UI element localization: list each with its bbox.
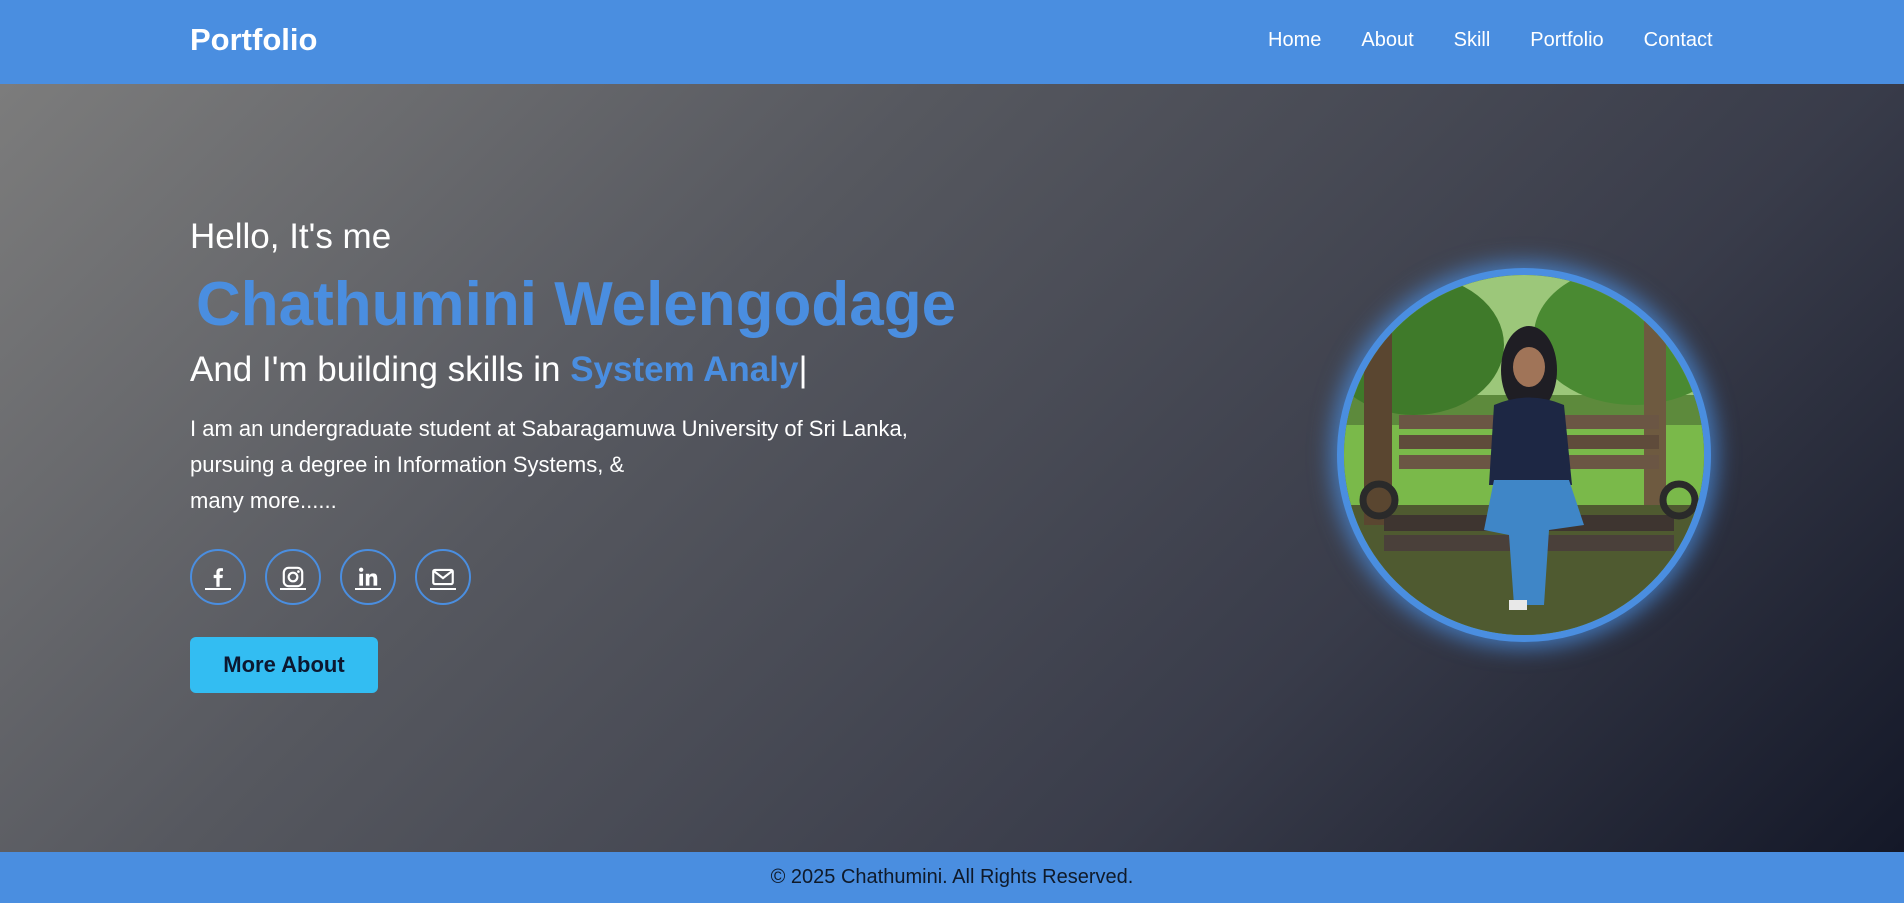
typing-cursor: |: [798, 350, 808, 389]
skills-line: And I'm building skills in System Analy|: [190, 350, 808, 390]
instagram-icon: [282, 566, 304, 588]
nav-link-skill[interactable]: Skill: [1454, 29, 1491, 52]
underline: [355, 588, 381, 590]
footer: © 2025 Chathumini. All Rights Reserved.: [0, 852, 1904, 903]
email-link[interactable]: [415, 549, 471, 605]
greeting: Hello, It's me: [190, 217, 392, 256]
logo[interactable]: Portfolio: [190, 22, 317, 58]
skills-typed-text: System Analy: [570, 350, 799, 389]
hero-description: I am an undergraduate student at Sabarag…: [190, 411, 950, 519]
more-about-button[interactable]: More About: [190, 637, 378, 693]
nav-link-home[interactable]: Home: [1268, 29, 1321, 52]
nav-link-contact[interactable]: Contact: [1644, 29, 1713, 52]
nav-links: Home About Skill Portfolio Contact: [1268, 29, 1753, 52]
profile-photo-image: [1344, 275, 1704, 635]
facebook-link[interactable]: [190, 549, 246, 605]
description-line: pursuing a degree in Information Systems…: [190, 452, 625, 477]
facebook-icon: [213, 568, 223, 587]
description-line: many more......: [190, 488, 337, 513]
skills-prefix: And I'm building skills in: [190, 350, 561, 389]
hero-name: Chathumini Welengodage: [196, 270, 957, 339]
instagram-link[interactable]: [265, 549, 321, 605]
linkedin-icon: [359, 567, 378, 586]
social-links: [190, 549, 490, 605]
email-icon: [432, 568, 454, 586]
underline: [205, 588, 231, 590]
nav-link-portfolio[interactable]: Portfolio: [1530, 29, 1603, 52]
navbar: Portfolio Home About Skill Portfolio Con…: [0, 0, 1904, 84]
nav-link-about[interactable]: About: [1361, 29, 1413, 52]
profile-photo: [1337, 268, 1711, 642]
hero-section: Hello, It's me Chathumini Welengodage An…: [0, 84, 1904, 852]
copyright-text: © 2025 Chathumini. All Rights Reserved.: [770, 866, 1134, 888]
underline: [430, 588, 456, 590]
underline: [280, 588, 306, 590]
description-line: I am an undergraduate student at Sabarag…: [190, 416, 908, 441]
linkedin-link[interactable]: [340, 549, 396, 605]
